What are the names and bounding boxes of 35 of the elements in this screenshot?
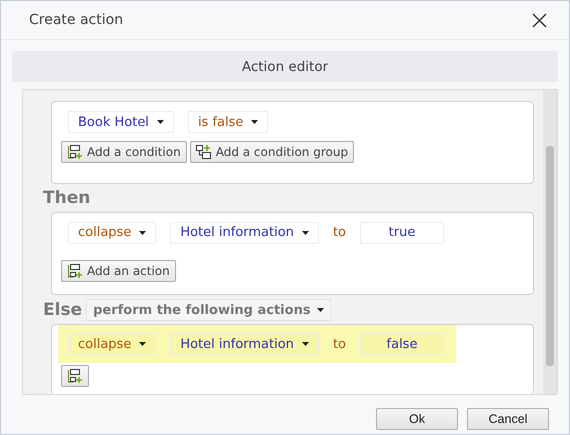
caret-icon bbox=[156, 120, 164, 124]
caret-icon bbox=[139, 342, 146, 346]
connector-text: to bbox=[332, 225, 346, 240]
value-field[interactable]: true bbox=[360, 222, 444, 244]
caret-icon bbox=[302, 342, 309, 346]
add-row-icon bbox=[67, 145, 83, 159]
caret-icon bbox=[251, 120, 258, 124]
dropdown[interactable]: collapse bbox=[68, 333, 156, 355]
caret-icon bbox=[302, 230, 309, 234]
dialog-button[interactable]: Cancel bbox=[467, 408, 549, 430]
value-field[interactable]: false bbox=[360, 333, 444, 355]
add-button[interactable]: Add an action bbox=[61, 260, 176, 282]
add-button[interactable]: Add a condition bbox=[61, 141, 187, 163]
mode-dropdown[interactable]: perform the following actions bbox=[86, 299, 331, 322]
dropdown[interactable]: collapse bbox=[68, 222, 156, 244]
else-label: Else bbox=[43, 300, 82, 320]
scrollbar-thumb[interactable] bbox=[546, 146, 554, 366]
add-button[interactable]: Add a condition group bbox=[190, 141, 354, 163]
caret-icon bbox=[139, 230, 146, 234]
section-header: Action editor bbox=[12, 51, 558, 82]
connector-text: to bbox=[332, 336, 346, 352]
caret-icon bbox=[316, 308, 324, 312]
add-row-icon bbox=[67, 369, 83, 383]
add-group-icon bbox=[196, 145, 212, 159]
dropdown[interactable]: is false bbox=[188, 111, 268, 133]
dropdown[interactable]: Book Hotel bbox=[68, 111, 174, 133]
dropdown[interactable]: Hotel information bbox=[170, 333, 319, 355]
close-button[interactable] bbox=[530, 10, 549, 30]
then-label: Then bbox=[43, 188, 90, 208]
add-button[interactable] bbox=[61, 365, 89, 387]
dropdown[interactable]: Hotel information bbox=[170, 222, 319, 244]
window-title: Create action bbox=[29, 12, 124, 28]
dialog-button[interactable]: Ok bbox=[376, 408, 458, 430]
add-row-icon bbox=[67, 264, 83, 278]
close-icon bbox=[532, 12, 547, 28]
